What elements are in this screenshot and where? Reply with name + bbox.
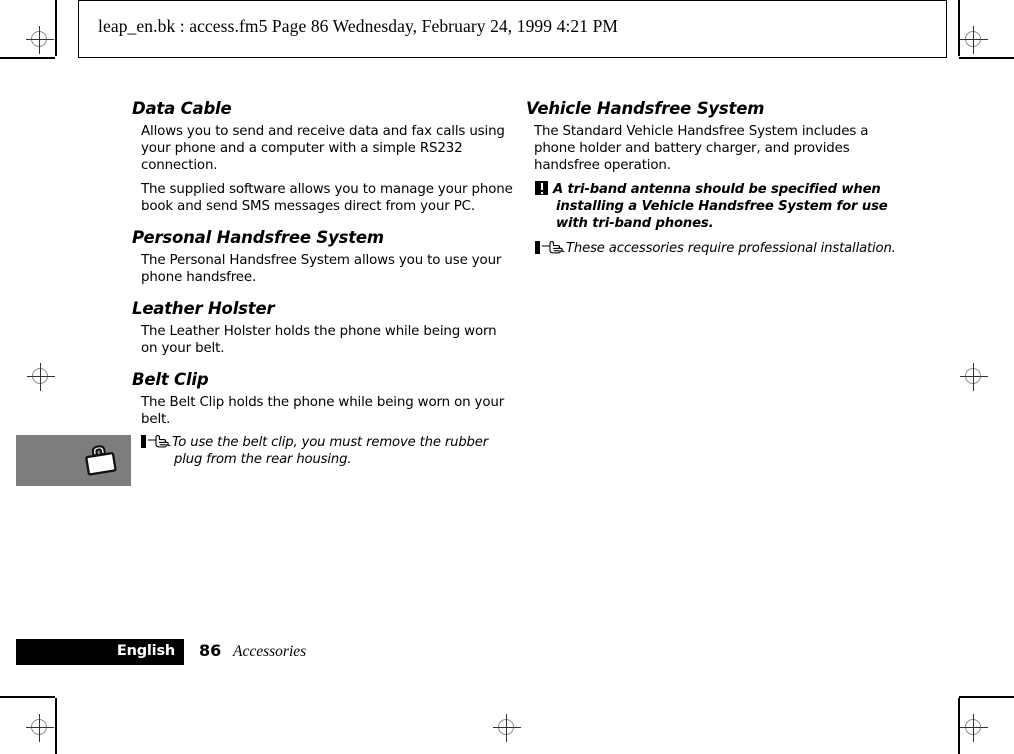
crop-line-bottom-left-vertical	[55, 698, 57, 754]
header-rule-bottom	[78, 57, 947, 58]
note-professional-installation-text: These accessories require professional i…	[566, 241, 896, 257]
note-warning-text: A tri-band antenna should be specified w…	[553, 182, 888, 231]
paragraph-data-cable-2: The supplied software allows you to mana…	[141, 182, 513, 215]
section-heading-leather-holster: Leather Holster	[132, 299, 275, 319]
exclamation-warning-icon	[535, 181, 553, 196]
crop-line-top-left-vertical	[55, 0, 57, 56]
right-column: Vehicle Handsfree System The Standard Ve…	[526, 99, 908, 264]
briefcase-icon	[81, 442, 121, 484]
registration-mark-top-right	[960, 26, 988, 54]
section-heading-data-cable: Data Cable	[132, 99, 232, 118]
crop-line-bottom-left-horizontal	[0, 696, 55, 698]
registration-mark-bottom-center	[493, 714, 521, 742]
paragraph-belt-clip-1: The Belt Clip holds the phone while bein…	[141, 395, 505, 428]
pointing-hand-icon	[535, 241, 566, 255]
footer-section-title: Accessories	[233, 643, 307, 660]
registration-mark-left-middle	[27, 363, 55, 391]
crop-line-bottom-right-horizontal	[959, 696, 1014, 698]
note-professional-installation: These accessories require professional i…	[526, 241, 908, 258]
left-column: Data Cable Allows you to send and receiv…	[132, 99, 514, 475]
footer-language-bar: English	[16, 639, 184, 665]
paragraph-leather-holster-1: The Leather Holster holds the phone whil…	[141, 324, 497, 357]
registration-mark-bottom-left	[26, 714, 54, 742]
section-heading-personal-handsfree-system: Personal Handsfree System	[132, 228, 384, 248]
note-belt-clip-text: To use the belt clip, you must remove th…	[172, 435, 489, 467]
section-heading-belt-clip: Belt Clip	[132, 370, 209, 390]
header-file-info: leap_en.bk : access.fm5 Page 86 Wednesda…	[98, 16, 619, 36]
crop-line-top-right-horizontal	[959, 57, 1014, 59]
chapter-thumb-tab	[16, 435, 131, 486]
paragraph-vehicle-handsfree-1: The Standard Vehicle Handsfree System in…	[534, 123, 869, 173]
paragraph-data-cable-1: Allows you to send and receive data and …	[141, 123, 505, 173]
registration-mark-bottom-right	[960, 714, 988, 742]
registration-mark-right-middle	[960, 363, 988, 391]
header-right-edge	[946, 0, 947, 58]
section-heading-vehicle-handsfree-system: Vehicle Handsfree System	[526, 99, 765, 118]
pointing-hand-icon	[141, 435, 172, 449]
note-warning-tri-band-antenna: A tri-band antenna should be specified w…	[526, 181, 908, 232]
paragraph-personal-handsfree-1: The Personal Handsfree System allows you…	[141, 253, 502, 286]
note-belt-clip: To use the belt clip, you must remove th…	[132, 435, 514, 469]
header-left-edge	[78, 0, 79, 58]
crop-line-top-left-horizontal	[0, 57, 55, 59]
footer-page-number: 86	[199, 641, 222, 660]
footer-language-label: English	[116, 643, 175, 659]
header-rule-top	[78, 0, 947, 1]
registration-mark-top-left	[26, 26, 54, 54]
